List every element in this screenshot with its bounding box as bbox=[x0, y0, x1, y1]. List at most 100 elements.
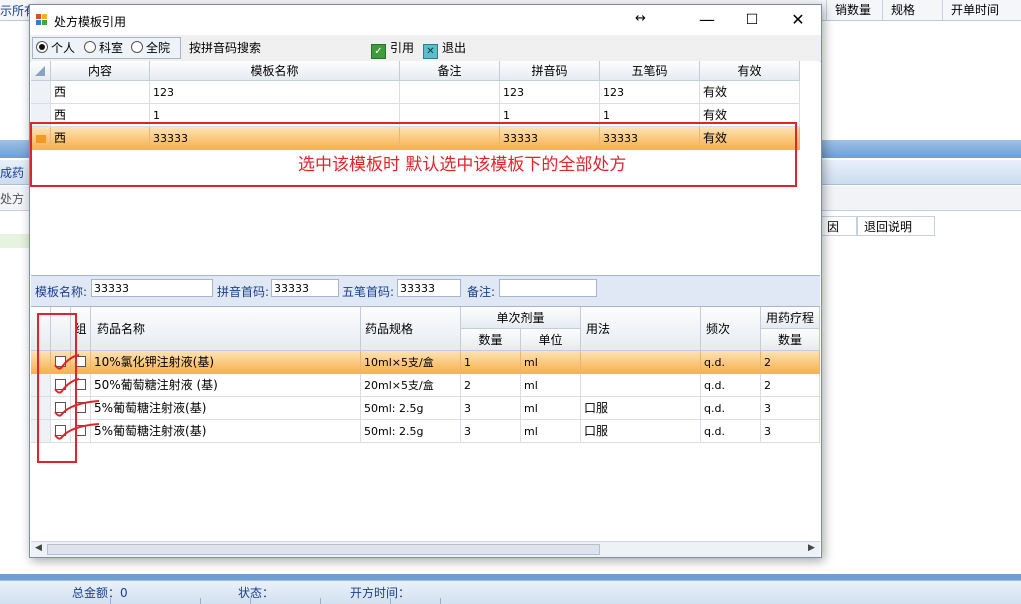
cell-spec[interactable]: 50ml: 2.5g bbox=[361, 420, 461, 443]
cell-unit[interactable]: ml bbox=[521, 397, 581, 420]
bg-header-time[interactable]: 开单时间 bbox=[942, 0, 1021, 20]
pinyin-label: 拼音首码: bbox=[217, 285, 270, 299]
scope-hospital-label: 全院 bbox=[146, 41, 171, 55]
cell-frequency[interactable]: q.d. bbox=[701, 374, 761, 397]
drug-grid: 组 药品名称 药品规格 单次剂量 数量 单位 用法 频次 用药疗程 数量 10%… bbox=[31, 307, 820, 539]
cell-spec[interactable]: 10ml×5支/盒 bbox=[361, 351, 461, 374]
minimize-button[interactable]: — bbox=[685, 9, 729, 31]
cell-course[interactable]: 3 bbox=[761, 397, 820, 420]
corner-triangle-icon bbox=[35, 66, 45, 76]
scope-radio-personal[interactable]: 个人 bbox=[36, 40, 75, 56]
scope-radio-department[interactable]: 科室 bbox=[84, 40, 123, 56]
cell-course[interactable]: 3 bbox=[761, 420, 820, 443]
apply-label: 引用 bbox=[390, 41, 415, 55]
radio-dot-icon bbox=[131, 41, 143, 53]
scope-radio-group: 个人 科室 全院 bbox=[32, 37, 181, 59]
cell-unit[interactable]: ml bbox=[521, 351, 581, 374]
dialog-titlebar[interactable]: 处方模板引用 ↔ — ☐ ✕ bbox=[30, 5, 821, 35]
col-header-valid[interactable]: 有效 bbox=[700, 61, 800, 81]
cell-drug-name[interactable]: 10%氯化钾注射液(基) bbox=[91, 351, 361, 374]
wubi-field[interactable]: 33333 bbox=[397, 279, 461, 297]
check-icon: ✓ bbox=[371, 44, 386, 59]
maximize-button[interactable]: ☐ bbox=[730, 9, 774, 31]
cell-valid[interactable]: 有效 bbox=[700, 81, 800, 104]
col-header-drug-name[interactable]: 药品名称 bbox=[91, 307, 361, 351]
scroll-right-icon[interactable]: ▶ bbox=[808, 543, 815, 553]
bg-side-header-reason[interactable]: 因 bbox=[820, 216, 857, 236]
cell-qty[interactable]: 3 bbox=[461, 420, 521, 443]
cell-usage[interactable]: 口服 bbox=[581, 397, 701, 420]
col-header-unit[interactable]: 单位 bbox=[521, 329, 581, 351]
apply-button[interactable]: ✓ 引用 bbox=[371, 38, 415, 59]
cell-frequency[interactable]: q.d. bbox=[701, 351, 761, 374]
horizontal-scrollbar[interactable]: ◀ ▶ bbox=[31, 541, 820, 557]
bg-row-highlight bbox=[0, 234, 30, 248]
bg-tab-label[interactable]: 成药 bbox=[0, 164, 24, 181]
cell-spec[interactable]: 20ml×5支/盒 bbox=[361, 374, 461, 397]
template-name-label: 模板名称: bbox=[35, 285, 88, 299]
cell-drug-name[interactable]: 5%葡萄糖注射液(基) bbox=[91, 397, 361, 420]
cell-usage[interactable]: 口服 bbox=[581, 420, 701, 443]
cell-usage[interactable] bbox=[581, 374, 701, 397]
col-header-pinyin[interactable]: 拼音码 bbox=[500, 61, 600, 81]
note-field[interactable] bbox=[499, 279, 597, 297]
resize-icon: ↔ bbox=[635, 11, 646, 26]
cell-pinyin[interactable]: 123 bbox=[500, 81, 600, 104]
cell-qty[interactable]: 3 bbox=[461, 397, 521, 420]
cell-course[interactable]: 2 bbox=[761, 374, 820, 397]
cell-spec[interactable]: 50ml: 2.5g bbox=[361, 397, 461, 420]
cell-template-name[interactable]: 123 bbox=[150, 81, 400, 104]
bg-header-spec[interactable]: 规格 bbox=[882, 0, 942, 20]
app-icon bbox=[36, 14, 48, 26]
pinyin-search-button[interactable]: 按拼音码搜索 bbox=[189, 38, 261, 58]
col-header-content[interactable]: 内容 bbox=[51, 61, 150, 81]
bg-header-qty[interactable]: 销数量 bbox=[826, 0, 882, 20]
wubi-label: 五笔首码: bbox=[342, 285, 395, 299]
cell-unit[interactable]: ml bbox=[521, 374, 581, 397]
col-header-course[interactable]: 用药疗程 bbox=[761, 307, 820, 329]
cell-drug-name[interactable]: 5%葡萄糖注射液(基) bbox=[91, 420, 361, 443]
scope-radio-hospital[interactable]: 全院 bbox=[131, 40, 170, 56]
cell-note[interactable] bbox=[400, 81, 500, 104]
cell-frequency[interactable]: q.d. bbox=[701, 420, 761, 443]
template-fields: 模板名称: 33333 拼音首码: 33333 五笔首码: 33333 备注: bbox=[31, 276, 820, 307]
bg-side-header-return[interactable]: 退回说明 bbox=[857, 216, 935, 236]
pinyin-field[interactable]: 33333 bbox=[271, 279, 339, 297]
template-name-field[interactable]: 33333 bbox=[91, 279, 213, 297]
col-header-note[interactable]: 备注 bbox=[400, 61, 500, 81]
col-header-frequency[interactable]: 频次 bbox=[701, 307, 761, 351]
status-time: 开方时间： bbox=[350, 586, 411, 600]
close-button[interactable]: ✕ bbox=[776, 9, 820, 31]
row-header[interactable] bbox=[31, 81, 51, 104]
cell-unit[interactable]: ml bbox=[521, 420, 581, 443]
col-header-spec[interactable]: 药品规格 bbox=[361, 307, 461, 351]
col-header-qty[interactable]: 数量 bbox=[461, 329, 521, 351]
bg-column-headers: 销数量 规格 开单时间 bbox=[820, 0, 1021, 20]
scope-department-label: 科室 bbox=[99, 41, 124, 55]
cell-qty[interactable]: 1 bbox=[461, 351, 521, 374]
status-total: 总金额：0 bbox=[72, 586, 128, 600]
radio-dot-icon bbox=[84, 41, 96, 53]
note-label: 备注: bbox=[467, 285, 496, 299]
cell-wubi[interactable]: 123 bbox=[600, 81, 700, 104]
dialog-title: 处方模板引用 bbox=[54, 15, 127, 29]
scroll-thumb[interactable] bbox=[47, 544, 600, 555]
bg-subtab-label[interactable]: 处方 bbox=[0, 190, 24, 207]
scroll-left-icon[interactable]: ◀ bbox=[35, 543, 42, 553]
cell-drug-name[interactable]: 50%葡萄糖注射液 (基) bbox=[91, 374, 361, 397]
status-state: 状态： bbox=[238, 586, 275, 600]
col-header-usage[interactable]: 用法 bbox=[581, 307, 701, 351]
col-header-single-dose[interactable]: 单次剂量 bbox=[461, 307, 581, 329]
bg-side-grid-header: 因 退回说明 bbox=[820, 216, 1021, 236]
col-header-wubi[interactable]: 五笔码 bbox=[600, 61, 700, 81]
cell-usage[interactable] bbox=[581, 351, 701, 374]
col-header-template-name[interactable]: 模板名称 bbox=[150, 61, 400, 81]
col-header-course-qty[interactable]: 数量 bbox=[761, 329, 820, 351]
status-bar: 总金额：0 状态： 开方时间： bbox=[0, 580, 1021, 604]
cell-frequency[interactable]: q.d. bbox=[701, 397, 761, 420]
cell-course[interactable]: 2 bbox=[761, 351, 820, 374]
exit-button[interactable]: ✕ 退出 bbox=[423, 38, 466, 59]
cell-qty[interactable]: 2 bbox=[461, 374, 521, 397]
cell-content[interactable]: 西 bbox=[51, 81, 150, 104]
grid-corner[interactable] bbox=[31, 61, 51, 81]
